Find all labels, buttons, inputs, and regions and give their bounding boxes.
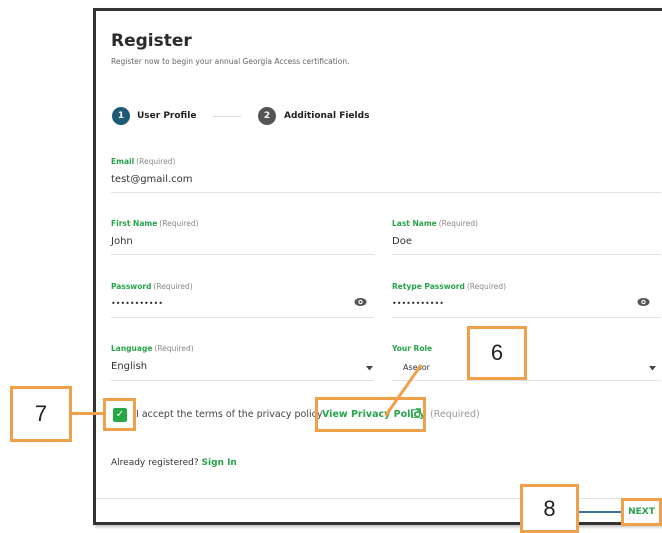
language-label: Language (Required) [111,344,194,353]
next-button[interactable]: NEXT [621,498,662,526]
first-name-field[interactable]: John [111,236,133,247]
callout-6-highlight [315,397,426,432]
eye-icon[interactable] [354,297,367,310]
callout-7-highlight [103,398,136,431]
role-underline [392,380,661,381]
eye-icon[interactable] [637,297,650,310]
step-2-indicator[interactable]: 2 [258,107,276,125]
step-2-label[interactable]: Additional Fields [284,111,369,121]
retype-password-underline [392,317,661,318]
first-name-underline [111,254,374,255]
password-underline [111,317,374,318]
register-card: Register Register now to begin your annu… [93,8,662,525]
last-name-underline [392,254,661,255]
terms-text: I accept the terms of the privacy policy [136,409,323,420]
email-field[interactable]: test@gmail.com [111,174,193,185]
last-name-label: Last Name (Required) [392,219,478,228]
email-label: Email (Required) [111,157,176,166]
caret-down-icon[interactable] [649,365,656,373]
terms-required-tag: (Required) [430,409,480,420]
step-1-label[interactable]: User Profile [137,111,196,121]
callout-7-number: 7 [10,386,72,442]
password-label: Password (Required) [111,282,193,291]
email-underline [111,192,661,193]
step-connector [213,116,241,117]
retype-password-label: Retype Password (Required) [392,282,507,291]
caret-down-icon[interactable] [366,365,373,373]
sign-in-link[interactable]: Sign In [202,458,237,468]
first-name-label: First Name (Required) [111,219,199,228]
role-label: Your Role [392,344,433,353]
callout-7-connector [72,412,103,415]
callout-8-number: 8 [520,484,579,533]
language-underline [111,380,374,381]
retype-password-field[interactable]: ••••••••••• [392,299,444,308]
language-select[interactable]: English [111,361,147,372]
already-registered-text: Already registered? Sign In [111,458,237,468]
step-1-indicator[interactable]: 1 [112,107,130,125]
password-field[interactable]: ••••••••••• [111,299,163,308]
last-name-field[interactable]: Doe [392,236,412,247]
callout-8-connector [579,511,621,513]
page-subtitle: Register now to begin your annual Georgi… [111,57,350,66]
page-title: Register [111,31,192,51]
callout-6-number: 6 [467,326,527,380]
